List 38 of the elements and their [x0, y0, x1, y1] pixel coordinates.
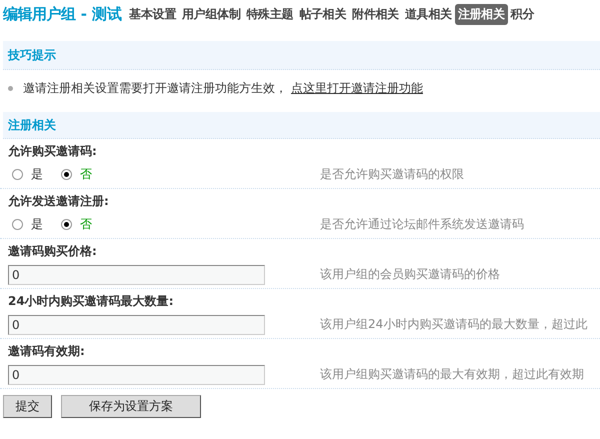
- input-field[interactable]: 0: [8, 264, 265, 284]
- radio-button[interactable]: [61, 219, 72, 230]
- setting-label: 允许发送邀请注册:: [8, 193, 110, 210]
- tab[interactable]: 积分: [508, 4, 537, 24]
- save-scheme-button[interactable]: 保存为设置方案: [61, 395, 201, 418]
- option-label: 否: [80, 166, 92, 183]
- setting-label: 允许购买邀请码:: [8, 143, 98, 160]
- bullet-icon: [8, 86, 13, 90]
- radio-button[interactable]: [12, 169, 23, 180]
- tab[interactable]: 道具相关: [402, 4, 455, 24]
- option-label: 是: [31, 216, 43, 233]
- input-field[interactable]: 0: [8, 314, 265, 334]
- setting-hint: 该用户组购买邀请码的最大有效期，超过此有效期: [320, 366, 584, 383]
- tab[interactable]: 用户组体制: [178, 4, 244, 24]
- tip-text: 邀请注册相关设置需要打开邀请注册功能方生效， 点这里打开邀请注册功能: [23, 80, 423, 96]
- tab[interactable]: 附件相关: [349, 4, 402, 24]
- page-title: 编辑用户组: [3, 4, 76, 24]
- setting-label: 邀请码购买价格:: [8, 243, 98, 260]
- setting-hint: 该用户组24小时内购买邀请码的最大数量，超过此: [320, 316, 588, 333]
- setting-hint: 是否允许购买邀请码的权限: [320, 166, 464, 183]
- section-heading: 技巧提示: [8, 46, 56, 64]
- setting-hint: 是否允许通过论坛邮件系统发送邀请码: [320, 216, 524, 233]
- enable-link[interactable]: 点这里打开邀请注册功能: [291, 80, 423, 94]
- setting-hint: 该用户组的会员购买邀请码的价格: [320, 266, 500, 283]
- option-label: 否: [80, 216, 92, 233]
- group-name: - 测试: [80, 4, 122, 24]
- tab[interactable]: 特殊主题: [244, 4, 296, 24]
- option-label: 是: [31, 166, 43, 183]
- tab[interactable]: 帖子相关: [296, 4, 350, 24]
- radio-button[interactable]: [12, 219, 23, 230]
- tab[interactable]: 注册相关: [454, 4, 508, 24]
- input-field[interactable]: 0: [8, 364, 265, 384]
- tab[interactable]: 基本设置: [126, 4, 179, 24]
- radio-button[interactable]: [61, 169, 72, 180]
- section-heading: 注册相关: [8, 116, 56, 134]
- setting-label: 24小时内购买邀请码最大数量:: [8, 293, 174, 310]
- submit-button[interactable]: 提交: [3, 395, 52, 418]
- setting-label: 邀请码有效期:: [8, 343, 86, 360]
